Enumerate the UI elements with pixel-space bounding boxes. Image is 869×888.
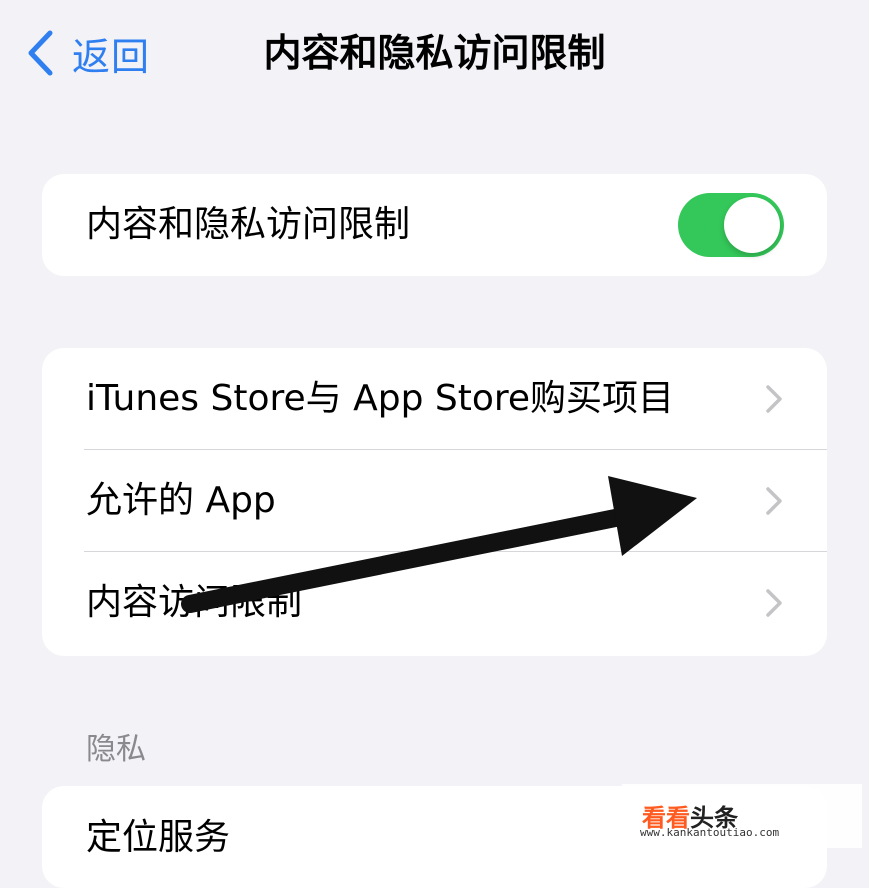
watermark-url: www.kankantoutiao.com xyxy=(640,826,780,839)
restrictions-group-card: iTunes Store与 App Store购买项目 允许的 App 内容访问… xyxy=(42,348,827,656)
navigation-bar: 返回 内容和隐私访问限制 xyxy=(0,0,869,110)
chevron-right-icon xyxy=(766,589,782,617)
main-toggle-label: 内容和隐私访问限制 xyxy=(86,204,411,245)
content-privacy-toggle[interactable] xyxy=(678,193,784,257)
toggle-knob xyxy=(724,197,780,253)
chevron-right-icon xyxy=(766,385,782,413)
list-item-content-restrictions[interactable]: 内容访问限制 xyxy=(42,552,827,654)
watermark-logo: 看看头条 www.kankantoutiao.com xyxy=(622,784,862,848)
chevron-right-icon xyxy=(766,487,782,515)
main-toggle-card: 内容和隐私访问限制 xyxy=(42,174,827,276)
list-item-allowed-apps[interactable]: 允许的 App xyxy=(42,450,827,552)
list-item-label: 定位服务 xyxy=(86,817,231,858)
main-toggle-row: 内容和隐私访问限制 xyxy=(42,174,827,276)
list-item-label: 允许的 App xyxy=(86,480,276,521)
page-title: 内容和隐私访问限制 xyxy=(263,31,606,75)
list-item-label: 内容访问限制 xyxy=(86,582,303,623)
list-item-itunes-app-store-purchases[interactable]: iTunes Store与 App Store购买项目 xyxy=(42,348,827,450)
section-header-privacy: 隐私 xyxy=(86,732,146,767)
list-item-label: iTunes Store与 App Store购买项目 xyxy=(86,378,675,419)
